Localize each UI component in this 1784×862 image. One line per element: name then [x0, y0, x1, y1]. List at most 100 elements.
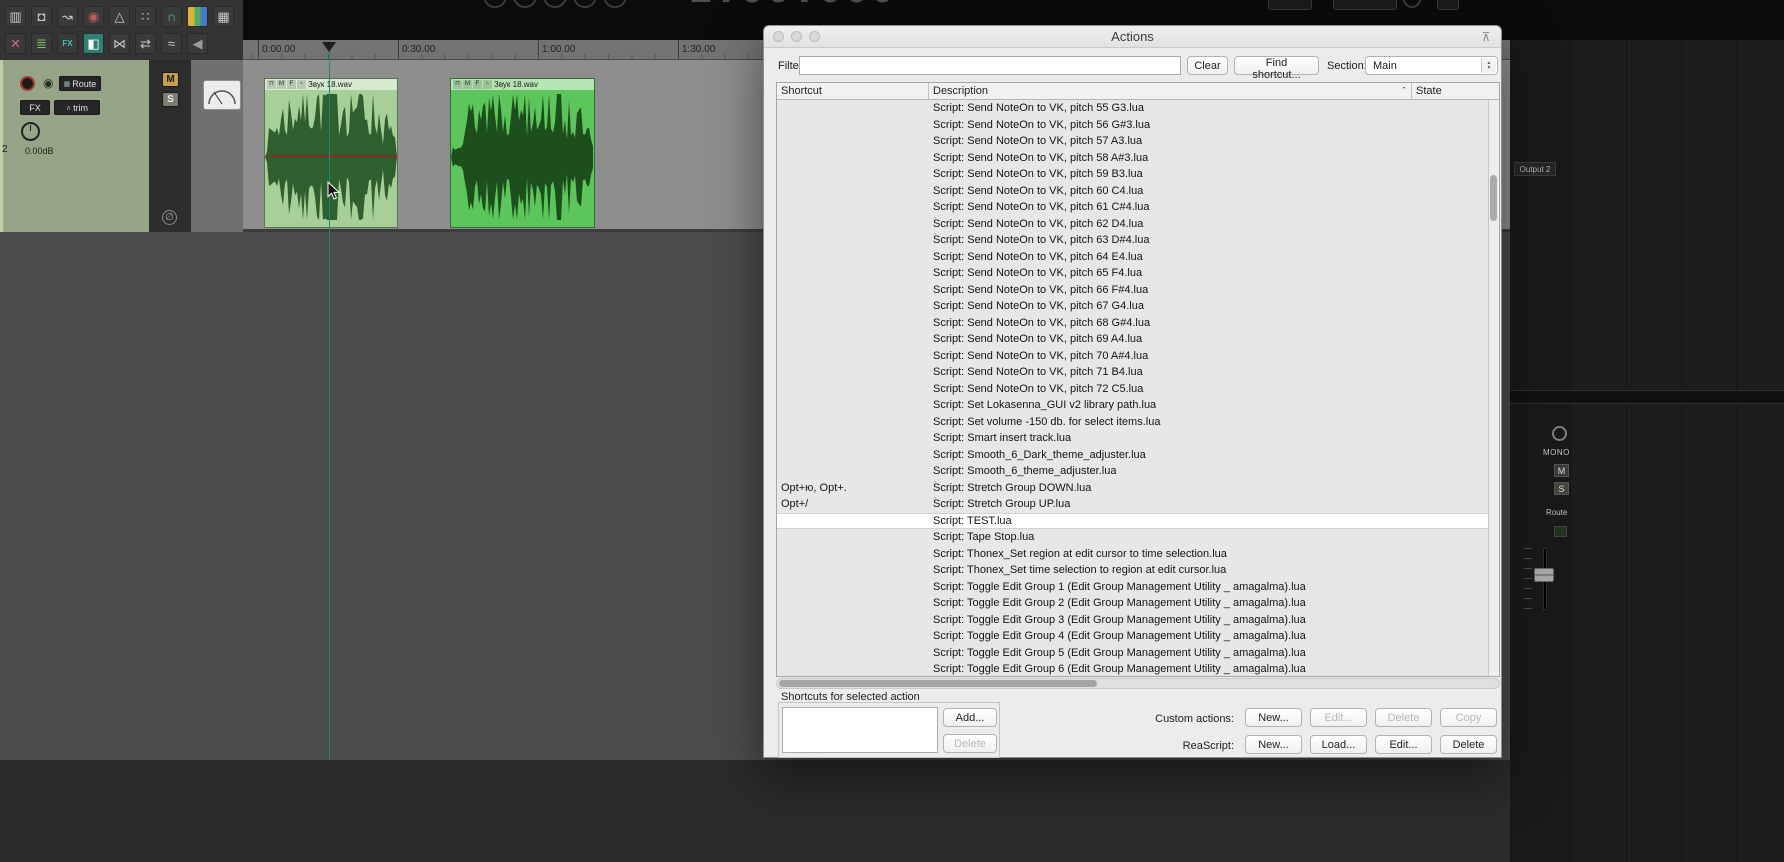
dock-pin-icon[interactable]: ⊼ — [1479, 30, 1493, 44]
item-fx-icon[interactable]: F — [473, 80, 482, 89]
volume-fader-handle[interactable] — [1534, 568, 1554, 582]
ripple-icon[interactable]: ⇄ — [135, 33, 156, 54]
action-row[interactable]: Script: Send NoteOn to VK, pitch 64 E4.l… — [777, 249, 1499, 266]
action-row[interactable]: Script: Send NoteOn to VK, pitch 65 F4.l… — [777, 265, 1499, 282]
action-row[interactable]: Script: Thonex_Set time selection to reg… — [777, 562, 1499, 579]
action-row[interactable]: Script: Send NoteOn to VK, pitch 66 F#4.… — [777, 282, 1499, 299]
shortcut-button[interactable]: Add... — [943, 708, 997, 727]
action-row[interactable]: Script: Send NoteOn to VK, pitch 58 A#3.… — [777, 150, 1499, 167]
mute-button[interactable]: M — [162, 72, 179, 87]
crossfade-icon[interactable]: ⋈ — [109, 33, 130, 54]
item-fx-icon[interactable]: F — [287, 80, 296, 89]
actions-list[interactable]: Script: Send NoteOn to VK, pitch 55 G3.l… — [777, 100, 1499, 677]
mono-stereo-icon[interactable] — [1552, 426, 1567, 441]
action-row[interactable]: Script: Send NoteOn to VK, pitch 57 A3.l… — [777, 133, 1499, 150]
metronome-icon[interactable]: △ — [109, 6, 130, 27]
matrix-icon[interactable]: ▦ — [213, 6, 234, 27]
fx-off-icon[interactable]: ✕ — [5, 33, 26, 54]
action-row[interactable]: Script: Smart insert track.lua — [777, 430, 1499, 447]
tempo-display-partial[interactable] — [1268, 0, 1312, 10]
action-row[interactable]: Script: Send NoteOn to VK, pitch 71 B4.l… — [777, 364, 1499, 381]
action-row[interactable]: Script: Smooth_6_theme_adjuster.lua — [777, 463, 1499, 480]
horizontal-scrollbar-thumb[interactable] — [779, 680, 1097, 687]
filter-input[interactable] — [799, 56, 1181, 75]
trim-button[interactable]: ∧ trim — [54, 100, 100, 115]
io-icon[interactable]: ◉ — [83, 6, 104, 27]
reascript-button[interactable]: New... — [1245, 735, 1302, 754]
media-item-2[interactable]: ⊓ M F ~ Звук 18.wav — [450, 78, 595, 228]
phase-button[interactable]: ∅ — [162, 210, 177, 225]
horizontal-scrollbar[interactable] — [776, 678, 1500, 689]
vertical-scrollbar-thumb[interactable] — [1490, 175, 1497, 221]
mixer-solo-button[interactable]: S — [1554, 482, 1569, 495]
record-arm-button[interactable] — [20, 76, 35, 91]
routing-icon[interactable]: ▥ — [5, 6, 26, 27]
track-list-icon[interactable]: ≣ — [31, 33, 52, 54]
column-header-shortcut[interactable]: Shortcut — [777, 83, 929, 99]
action-row[interactable]: Script: TEST.lua — [777, 512, 1499, 529]
action-row[interactable]: Script: Set volume -150 db. for select i… — [777, 414, 1499, 431]
fx-midi-icon[interactable]: FX — [57, 33, 78, 54]
item-lock-icon[interactable]: ⊓ — [267, 80, 276, 89]
action-row[interactable]: Script: Send NoteOn to VK, pitch 63 D#4.… — [777, 232, 1499, 249]
shortcuts-listbox[interactable] — [782, 707, 938, 753]
action-row[interactable]: Script: Toggle Edit Group 2 (Edit Group … — [777, 595, 1499, 612]
action-row[interactable]: Script: Toggle Edit Group 6 (Edit Group … — [777, 661, 1499, 677]
output-label[interactable]: Output 2 — [1514, 162, 1556, 176]
item-env-icon[interactable]: ~ — [297, 80, 306, 89]
action-row[interactable]: Script: Send NoteOn to VK, pitch 61 C#4.… — [777, 199, 1499, 216]
dual-pane-icon[interactable]: ◧ — [83, 33, 104, 54]
media-item-1[interactable]: ⊓ M F ~ Звук 18.wav — [264, 78, 398, 228]
fx-button[interactable]: FX — [20, 100, 50, 115]
transport-button-partial[interactable] — [483, 0, 507, 8]
solo-button[interactable]: S — [162, 92, 179, 107]
undo-icon[interactable]: ◀ — [187, 33, 208, 54]
reascript-button[interactable]: Edit... — [1375, 735, 1432, 754]
time-signature-partial[interactable] — [1333, 0, 1397, 10]
action-row[interactable]: Script: Send NoteOn to VK, pitch 55 G3.l… — [777, 100, 1499, 117]
envelope-icon[interactable]: ↝ — [57, 6, 78, 27]
action-row[interactable]: Script: Send NoteOn to VK, pitch 68 G#4.… — [777, 315, 1499, 332]
lock-icon[interactable]: ◘ — [31, 6, 52, 27]
dropdown-stepper-icon[interactable]: ▲ ▼ — [1481, 58, 1496, 73]
env-edit-icon[interactable]: ≈ — [161, 33, 182, 54]
section-dropdown[interactable]: Main ▲ ▼ — [1365, 56, 1498, 75]
action-row[interactable]: Script: Smooth_6_Dark_theme_adjuster.lua — [777, 447, 1499, 464]
mixer-mute-button[interactable]: M — [1554, 464, 1569, 477]
action-row[interactable]: Script: Toggle Edit Group 3 (Edit Group … — [777, 612, 1499, 629]
snap-icon[interactable]: ∩ — [161, 6, 182, 27]
item-mute-icon[interactable]: M — [463, 80, 472, 89]
action-row[interactable]: Script: Toggle Edit Group 4 (Edit Group … — [777, 628, 1499, 645]
item-env-icon[interactable]: ~ — [483, 80, 492, 89]
action-row[interactable]: Script: Toggle Edit Group 1 (Edit Group … — [777, 579, 1499, 596]
transport-button-partial[interactable] — [573, 0, 597, 8]
find-shortcut-button[interactable]: Find shortcut... — [1234, 56, 1319, 81]
action-row[interactable]: Script: Send NoteOn to VK, pitch 62 D4.l… — [777, 216, 1499, 233]
action-row[interactable]: Script: Send NoteOn to VK, pitch 70 A#4.… — [777, 348, 1499, 365]
edit-cursor-handle[interactable] — [322, 42, 336, 52]
action-row[interactable]: Script: Send NoteOn to VK, pitch 72 C5.l… — [777, 381, 1499, 398]
transport-control-partial[interactable] — [1437, 0, 1459, 10]
volume-knob[interactable] — [21, 122, 40, 141]
transport-knob-partial[interactable] — [1403, 0, 1421, 8]
clear-button[interactable]: Clear — [1187, 56, 1228, 75]
action-row[interactable]: Script: Send NoteOn to VK, pitch 60 C4.l… — [777, 183, 1499, 200]
column-header-description[interactable]: Description ˆ — [929, 83, 1412, 99]
transport-button-partial[interactable] — [603, 0, 627, 8]
reascript-button[interactable]: Delete — [1440, 735, 1497, 754]
action-row[interactable]: Opt+ю, Opt+. Script: Stretch Group DOWN.… — [777, 480, 1499, 497]
route-button[interactable]: ▦ Route — [59, 76, 101, 91]
custom-action-button[interactable]: New... — [1245, 708, 1302, 727]
action-row[interactable]: Script: Thonex_Set region at edit cursor… — [777, 546, 1499, 563]
action-row[interactable]: Script: Toggle Edit Group 5 (Edit Group … — [777, 645, 1499, 662]
action-row[interactable]: Script: Send NoteOn to VK, pitch 56 G#3.… — [777, 117, 1499, 134]
action-row[interactable]: Opt+/ Script: Stretch Group UP.lua — [777, 496, 1499, 513]
vertical-scrollbar[interactable] — [1488, 100, 1499, 676]
record-monitor-icon[interactable]: ◉ — [43, 76, 53, 91]
item-mute-icon[interactable]: M — [277, 80, 286, 89]
item-lock-icon[interactable]: ⊓ — [453, 80, 462, 89]
action-row[interactable]: Script: Set Lokasenna_GUI v2 library pat… — [777, 397, 1499, 414]
action-row[interactable]: Script: Tape Stop.lua — [777, 529, 1499, 546]
action-row[interactable]: Script: Send NoteOn to VK, pitch 67 G4.l… — [777, 298, 1499, 315]
transport-button-partial[interactable] — [513, 0, 537, 8]
